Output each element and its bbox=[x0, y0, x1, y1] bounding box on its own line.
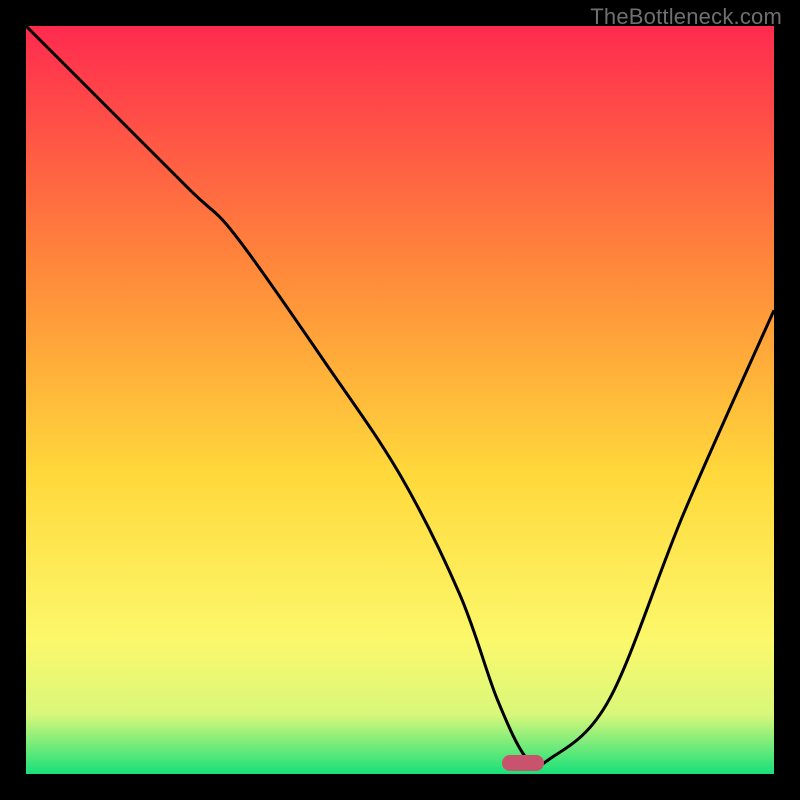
optimal-marker bbox=[502, 755, 544, 771]
curve-path bbox=[26, 26, 774, 767]
bottleneck-curve bbox=[26, 26, 774, 774]
plot-area bbox=[26, 26, 774, 774]
watermark-text: TheBottleneck.com bbox=[590, 4, 782, 30]
chart-frame: TheBottleneck.com bbox=[0, 0, 800, 800]
